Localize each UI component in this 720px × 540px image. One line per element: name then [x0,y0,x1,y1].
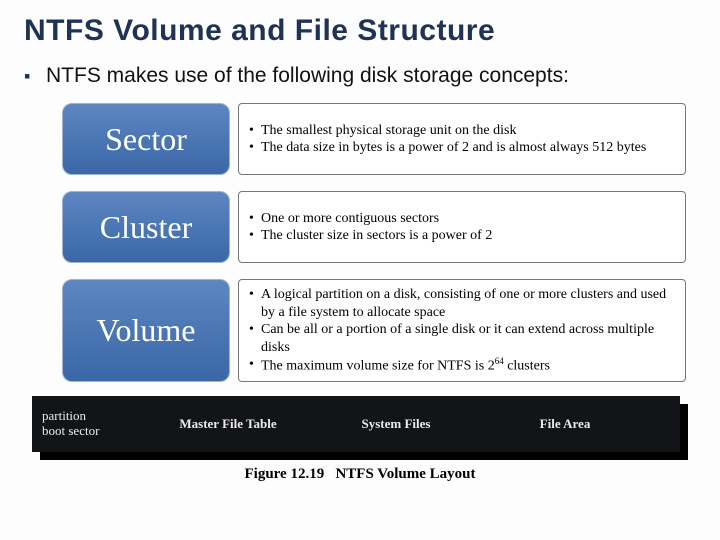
concept-sector: Sector •The smallest physical storage un… [62,103,686,175]
desc-text: One or more contiguous sectors [261,210,675,228]
concept-volume: Volume •A logical partition on a disk, c… [62,279,686,382]
figure-caption-text: NTFS Volume Layout [335,466,475,482]
concept-badge-volume: Volume [62,279,230,382]
bullet-dot-icon: • [249,286,261,321]
desc-text: The maximum volume size for NTFS is 264 … [261,356,675,375]
slide-title: NTFS Volume and File Structure [24,14,696,48]
bullet-dot-icon: • [249,210,261,228]
layout-master-file-table: Master File Table [114,412,342,436]
bullet-dot-icon: • [249,227,261,245]
desc-bullet: •The data size in bytes is a power of 2 … [249,139,675,157]
bullet-dot-icon: • [249,122,261,140]
concept-desc-sector: •The smallest physical storage unit on t… [238,103,686,175]
desc-bullet: •The maximum volume size for NTFS is 264… [249,356,675,375]
concept-badge-sector: Sector [62,103,230,175]
volume-layout-diagram: partition boot sector Master File Table … [32,396,688,460]
bullet-dot-icon: • [249,139,261,157]
concepts-list: Sector •The smallest physical storage un… [62,103,686,382]
concept-desc-cluster: •One or more contiguous sectors •The clu… [238,191,686,263]
desc-text: The cluster size in sectors is a power o… [261,227,675,245]
intro-row: ▪ NTFS makes use of the following disk s… [24,64,696,89]
desc-text: The data size in bytes is a power of 2 a… [261,139,675,157]
intro-text: NTFS makes use of the following disk sto… [46,64,569,88]
desc-bullet: •A logical partition on a disk, consisti… [249,286,675,321]
intro-bullet-icon: ▪ [24,64,46,89]
desc-bullet: •The smallest physical storage unit on t… [249,122,675,140]
bullet-dot-icon: • [249,356,261,375]
desc-bullet: •The cluster size in sectors is a power … [249,227,675,245]
figure-caption-label: Figure 12.19 [244,466,324,482]
layout-system-files: System Files [342,413,450,436]
desc-text: A logical partition on a disk, consistin… [261,286,675,321]
desc-bullet: •One or more contiguous sectors [249,210,675,228]
layout-file-area: File Area [450,412,680,436]
figure-caption: Figure 12.19 NTFS Volume Layout [24,466,696,483]
diagram-body: partition boot sector Master File Table … [32,396,680,452]
desc-text: The smallest physical storage unit on th… [261,122,675,140]
concept-badge-cluster: Cluster [62,191,230,263]
desc-bullet: •Can be all or a portion of a single dis… [249,321,675,356]
concept-cluster: Cluster •One or more contiguous sectors … [62,191,686,263]
concept-desc-volume: •A logical partition on a disk, consisti… [238,279,686,382]
slide: NTFS Volume and File Structure ▪ NTFS ma… [0,0,720,540]
bullet-dot-icon: • [249,321,261,356]
layout-partition-boot-sector: partition boot sector [32,405,114,443]
desc-text: Can be all or a portion of a single disk… [261,321,675,356]
